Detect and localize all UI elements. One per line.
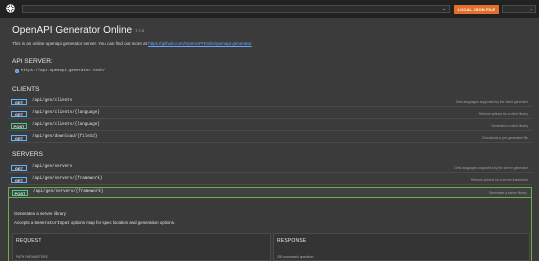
op-description: Generates a server library — [488, 190, 527, 195]
server-url[interactable]: https://api.openapi-generator.tech/ — [21, 69, 105, 73]
response-label: RESPONSE — [277, 238, 307, 244]
op-get-server-options[interactable]: GET /api/gen/servers/{framework} Returns… — [8, 175, 532, 185]
op-path: /api/gen/download/{fileId} — [32, 135, 98, 140]
servers-heading: SERVERS — [12, 151, 43, 158]
op-get-clients[interactable]: GET /api/gen/clients Gets languages supp… — [8, 97, 532, 107]
response-status: 200 successful operation — [277, 255, 314, 259]
chevron-down-icon[interactable]: ⌄ — [530, 6, 533, 12]
method-badge: GET — [11, 110, 27, 117]
spec-url-input[interactable] — [23, 6, 437, 12]
op-description: Downloads a pre-generated file — [482, 135, 528, 140]
op-description: Returns options for a server framework — [471, 177, 528, 182]
desc-prefix: Accepts a — [14, 220, 35, 225]
api-server-heading: API SERVER: — [12, 58, 53, 65]
op-summary: Generates a server library — [14, 211, 67, 216]
op-detail-description: Accepts a GeneratorInput options map for… — [14, 220, 175, 226]
op-path: /api/gen/clients/{language} — [32, 123, 100, 128]
version-badge: 7.7.0 — [135, 28, 144, 33]
intro-text: This is an online openapi generator serv… — [12, 41, 252, 46]
op-post-server[interactable]: POST /api/gen/servers/{framework} Genera… — [8, 187, 532, 198]
op-get-download[interactable]: GET /api/gen/download/{fileId} Downloads… — [8, 133, 532, 143]
openapi-generator-logo[interactable] — [5, 3, 16, 14]
server-select[interactable]: ⌄ — [502, 5, 536, 13]
desc-code: GeneratorInput — [34, 222, 70, 226]
op-description: Returns options for a client library — [478, 111, 528, 116]
server-radio[interactable] — [15, 69, 19, 73]
op-path: /api/gen/clients — [32, 99, 73, 104]
method-badge: POST — [11, 122, 27, 129]
op-post-client[interactable]: POST /api/gen/clients/{language} Generat… — [8, 121, 532, 131]
intro-link[interactable]: https://github.com/OpenAPITools/openapi-… — [148, 41, 252, 46]
op-path: /api/gen/servers/{framework} — [32, 177, 103, 182]
intro-prefix: This is an online openapi generator serv… — [12, 41, 149, 46]
method-badge: GET — [11, 176, 27, 183]
op-description: Gets languages supported by the client g… — [455, 99, 528, 104]
method-badge: GET — [11, 98, 27, 105]
spec-url-field[interactable]: ⌄ — [22, 5, 450, 13]
op-get-client-options[interactable]: GET /api/gen/clients/{language} Returns … — [8, 109, 532, 119]
response-panel: RESPONSE 200 successful operation — [273, 233, 530, 261]
method-badge: GET — [11, 134, 27, 141]
request-panel: REQUEST PATH PARAMETERS — [12, 233, 271, 261]
op-get-servers[interactable]: GET /api/gen/servers Gets languages supp… — [8, 163, 532, 173]
local-json-file-button[interactable]: LOCAL JSON FILE — [454, 5, 499, 14]
chevron-down-icon[interactable]: ⌄ — [442, 6, 446, 12]
page-title: OpenAPI Generator Online 7.7.0 — [12, 25, 144, 36]
op-description: Generates a client library — [491, 123, 528, 128]
op-description: Gets languages supported by the server g… — [454, 165, 528, 170]
method-badge: POST — [12, 189, 28, 196]
desc-suffix: options map for spec location and genera… — [69, 220, 176, 225]
path-parameters-label: PATH PARAMETERS — [16, 255, 48, 259]
method-badge: GET — [11, 164, 27, 171]
op-path: /api/gen/servers/{framework} — [33, 190, 104, 195]
op-path: /api/gen/clients/{language} — [32, 111, 100, 116]
request-label: REQUEST — [16, 238, 42, 244]
clients-heading: CLIENTS — [12, 86, 40, 93]
op-details-panel: Generates a server library Accepts a Gen… — [8, 198, 532, 261]
page-title-text: OpenAPI Generator Online — [12, 25, 133, 36]
op-path: /api/gen/servers — [32, 165, 73, 170]
top-bar: ⌄ LOCAL JSON FILE ⌄ — [0, 0, 539, 18]
